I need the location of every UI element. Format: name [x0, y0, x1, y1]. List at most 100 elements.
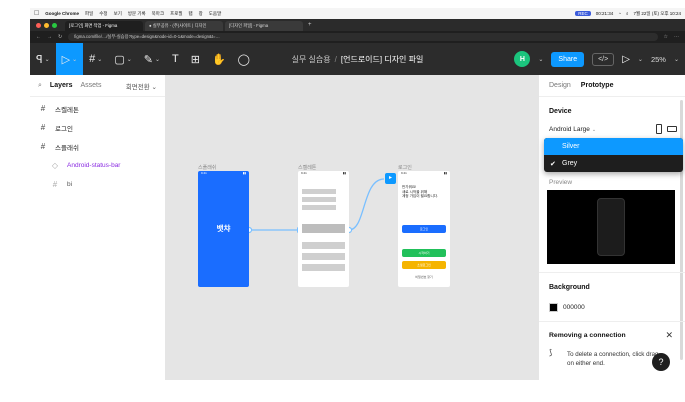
tab-assets[interactable]: Assets: [81, 82, 102, 89]
layer-item[interactable]: # bi: [30, 175, 165, 194]
url-field[interactable]: figma.com/file/…/실무-실습용?type=design&node…: [68, 33, 658, 41]
menubar-item[interactable]: 북마크: [152, 11, 164, 17]
flow-starting-point-icon[interactable]: ▸: [385, 173, 396, 184]
new-tab-button[interactable]: +: [308, 22, 312, 28]
macos-menubar:  Google Chrome 파일 수정 보기 방문 기록 북마크 프로필 탭…: [30, 8, 685, 19]
portrait-icon[interactable]: [656, 124, 662, 134]
extensions-icon[interactable]: ⋯: [674, 34, 679, 40]
pen-tool-button[interactable]: ✎ ⌄: [138, 43, 166, 75]
skeleton-bar: [302, 189, 336, 194]
layer-label: 스켈레톤: [55, 106, 79, 114]
shape-tool-button[interactable]: ▢ ⌄: [108, 43, 137, 75]
reload-icon[interactable]: ↻: [58, 34, 62, 40]
find-password-link[interactable]: 비밀번호 찾기: [402, 275, 446, 279]
back-icon[interactable]: ←: [36, 34, 41, 40]
properties-tabs: Design Prototype: [539, 75, 685, 97]
tab-design[interactable]: Design: [549, 82, 571, 89]
tab-layers[interactable]: Layers: [50, 82, 73, 89]
layer-item[interactable]: # 스플래쉬: [30, 137, 165, 156]
maximize-window-button[interactable]: [52, 22, 57, 28]
canvas[interactable]: 스플래쉬 스켈레톤 로그인 9:41 ▮▮ 뱃챠 9:41 ▮▮ 9:41 ▮▮ 반가…: [166, 75, 538, 380]
present-icon[interactable]: ▷: [622, 54, 630, 65]
layer-item[interactable]: # 스켈레톤: [30, 99, 165, 118]
search-icon[interactable]: ⌕: [38, 82, 42, 90]
project-name[interactable]: 실무 실습용: [292, 55, 331, 64]
menubar-item[interactable]: 파일: [85, 11, 93, 17]
bookmark-icon[interactable]: ☆: [664, 34, 668, 40]
text-tool-button[interactable]: T: [166, 43, 185, 75]
frame-icon: #: [40, 142, 46, 151]
page-selector[interactable]: 회면전환 ⌄: [126, 81, 157, 91]
status-bar: 9:41 ▮▮: [401, 171, 447, 175]
chevron-down-icon: ⌄: [72, 56, 78, 63]
main-menu-button[interactable]: ꟼ ⌄: [30, 43, 56, 75]
start-button[interactable]: 시작하기: [402, 249, 446, 257]
skeleton-frame[interactable]: 9:41 ▮▮: [298, 171, 349, 287]
menubar-app-name[interactable]: Google Chrome: [45, 11, 79, 16]
layer-item[interactable]: # 로그인: [30, 118, 165, 137]
menubar-item[interactable]: 도움말: [209, 11, 221, 17]
dev-mode-toggle[interactable]: </>: [592, 52, 615, 66]
recording-indicator[interactable]: REC: [575, 11, 591, 16]
skeleton-bar: [302, 197, 336, 202]
tab-prototype[interactable]: Prototype: [581, 82, 614, 89]
file-name[interactable]: [언드로이드] 디자인 파일: [341, 55, 424, 64]
layers-panel: ⌕ Layers Assets 회면전환 ⌄ # 스켈레톤 # 로그인 # 스플래쉬 …: [30, 75, 166, 380]
chevron-down-icon: ⌄: [44, 56, 50, 63]
chevron-down-icon[interactable]: ⌄: [674, 56, 679, 63]
forward-icon[interactable]: →: [47, 34, 52, 40]
pen-icon: ✎: [143, 53, 153, 66]
color-swatch[interactable]: [549, 303, 558, 312]
menubar-item[interactable]: 수정: [99, 11, 107, 17]
minimize-window-button[interactable]: [44, 22, 49, 28]
help-button[interactable]: ?: [652, 353, 670, 371]
close-icon[interactable]: ✕: [665, 330, 673, 341]
menubar-item[interactable]: 프로필: [170, 11, 182, 17]
close-window-button[interactable]: [36, 22, 41, 28]
splash-frame[interactable]: 9:41 ▮▮ 뱃챠: [198, 171, 249, 287]
search-icon[interactable]: ⌕: [626, 11, 629, 16]
login-button[interactable]: 로그인: [402, 225, 446, 233]
properties-panel: Design Prototype Device Android Large ⌄ S…: [538, 75, 685, 380]
move-tool-button[interactable]: ▷ ⌄: [55, 43, 84, 75]
status-bar: 9:41 ▮▮: [301, 171, 346, 175]
background-hex[interactable]: 000000: [563, 304, 585, 311]
background-section-title: Background: [549, 284, 590, 291]
resources-button[interactable]: ⊞: [185, 43, 206, 75]
dropdown-option-silver[interactable]: Silver: [544, 138, 683, 155]
text-icon: T: [172, 53, 179, 65]
browser-tab[interactable]: ● 실무공유 - (주)사이트 | 디자인: [145, 21, 223, 31]
comment-tool-button[interactable]: ◯: [232, 43, 256, 75]
avatar[interactable]: H: [514, 51, 531, 67]
menubar-item[interactable]: 창: [199, 11, 203, 17]
wifi-icon[interactable]: ◔: [618, 11, 621, 16]
background-color-row[interactable]: 000000: [549, 303, 585, 312]
browser-tab[interactable]: [로그인] 화면 작업 - Figma: [65, 21, 143, 31]
chevron-down-icon: ⌄: [151, 83, 157, 91]
frame-tool-button[interactable]: # ⌄: [83, 43, 108, 75]
chevron-down-icon[interactable]: ⌄: [538, 56, 543, 63]
layer-item[interactable]: ◇ Android-status-bar: [30, 156, 165, 175]
zoom-control[interactable]: 25%: [651, 55, 666, 64]
hand-tool-button[interactable]: ✋: [206, 43, 232, 75]
menubar-clock[interactable]: 7월 22일 (토) 오후 10:24: [634, 11, 681, 17]
device-select[interactable]: Android Large ⌄: [549, 126, 596, 133]
chevron-down-icon: ⌄: [591, 127, 597, 133]
share-button[interactable]: Share: [551, 51, 585, 67]
dropdown-option-grey[interactable]: ✔ Grey: [544, 155, 683, 172]
menubar-item[interactable]: 탭: [189, 11, 193, 17]
menubar-item[interactable]: 보기: [114, 11, 122, 17]
login-frame[interactable]: 9:41 ▮▮ 반가워요! 새로 시작을 위해 계정 가입이 필요합니다. 로그인…: [398, 171, 450, 287]
browser-tab[interactable]: [디자인 파일] - Figma: [225, 21, 303, 31]
chevron-down-icon[interactable]: ⌄: [638, 56, 643, 63]
checkmark-icon: ✔: [550, 160, 556, 168]
preview-label: Preview: [549, 179, 573, 186]
device-color-dropdown: Silver ✔ Grey: [544, 138, 683, 172]
recording-time: 00:21:34: [595, 11, 614, 16]
menubar-item[interactable]: 방문 기록: [128, 11, 146, 17]
option-label: Silver: [562, 143, 580, 150]
chevron-down-icon: ⌄: [126, 56, 132, 63]
landscape-icon[interactable]: [667, 126, 677, 132]
social-login-button[interactable]: 소셜로그인: [402, 261, 446, 269]
apple-icon[interactable]: : [34, 10, 39, 17]
